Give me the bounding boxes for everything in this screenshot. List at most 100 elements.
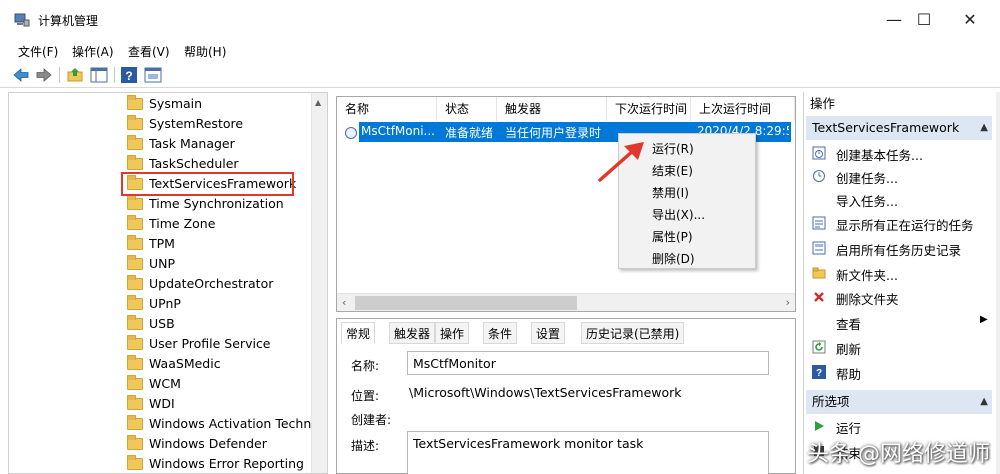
folder-icon [127,215,143,230]
action-create-task[interactable]: 创建任务... [812,165,992,187]
folder-icon [127,195,143,210]
folder-icon [127,155,143,170]
forward-arrow-icon[interactable] [35,66,53,84]
tree-scrollbar[interactable]: ▲ [311,93,327,473]
column-header-status[interactable]: 状态 [437,97,497,121]
horizontal-scrollbar[interactable]: ‹ › [337,293,795,311]
tree-item[interactable]: WaaSMedic [127,354,317,374]
tree-item[interactable]: Windows Defender [127,434,317,454]
menu-action[interactable]: 操作(A) [72,43,114,60]
context-menu-end[interactable]: 结束(E) [652,162,693,179]
tab-actions[interactable]: 操作 [435,322,470,344]
clock-icon [345,127,357,139]
menu-bar: 文件(F) 操作(A) 查看(V) 帮助(H) [0,40,1000,62]
name-field[interactable]: MsCtfMonitor [407,351,769,375]
actions-group-header[interactable]: TextServicesFramework ▲ [806,116,992,140]
action-run[interactable]: 运行 [812,415,992,437]
help-icon[interactable]: ? [120,66,138,84]
menu-file[interactable]: 文件(F) [18,43,58,60]
tab-settings[interactable]: 设置 [531,322,566,344]
run-icon [815,421,824,431]
folder-icon [127,415,143,430]
collapse-arrow-icon[interactable]: ▲ [980,390,988,414]
column-header-trigger[interactable]: 触发器 [497,97,607,121]
tree-item[interactable]: Sysmain [127,94,317,114]
actions-scrollbar[interactable] [996,92,1000,474]
folder-icon [127,135,143,150]
show-pane-icon[interactable] [90,66,108,84]
folder-icon [127,435,143,450]
tab-conditions[interactable]: 条件 [483,322,518,344]
tree-item[interactable]: Windows Activation Technol [127,414,317,434]
action-enable-history[interactable]: 启用所有任务历史记录 [812,237,992,259]
refresh-icon [812,340,826,354]
column-header-name[interactable]: 名称 [337,97,437,121]
tree-item[interactable]: WDI [127,394,317,414]
folder-icon [127,355,143,370]
help-icon: ? [812,365,826,379]
create-basic-task-icon [812,146,826,160]
tree-item[interactable]: UNP [127,254,317,274]
context-menu-disable[interactable]: 禁用(I) [652,184,689,201]
tab-history[interactable]: 历史记录(已禁用) [581,322,685,344]
context-menu-properties[interactable]: 属性(P) [652,228,693,245]
name-label: 名称: [351,359,380,373]
column-header-last-run[interactable]: 上次运行时间 [691,97,795,121]
window-title: 计算机管理 [38,14,99,28]
scroll-right-arrow-icon[interactable]: › [786,296,790,309]
folder-icon [127,295,143,310]
tree-item[interactable]: Task Manager [127,134,317,154]
scroll-up-arrow-icon[interactable]: ▲ [315,98,321,107]
menu-view[interactable]: 查看(V) [128,43,170,60]
action-show-running-tasks[interactable]: 显示所有正在运行的任务 [812,212,992,234]
tree-item[interactable]: TaskScheduler [127,154,317,174]
action-refresh[interactable]: 刷新 [812,336,992,358]
action-import-task[interactable]: 导入任务... [812,188,992,210]
tree-item[interactable]: User Profile Service [127,334,317,354]
tree-item[interactable]: USB [127,314,317,334]
task-status-cell: 准备就绪 [445,126,494,140]
tree-item[interactable]: SystemRestore [127,114,317,134]
action-delete-folder[interactable]: 删除文件夹 [812,286,992,308]
tree-item[interactable]: WCM [127,374,317,394]
folder-icon [127,335,143,350]
tab-general[interactable]: 常规 [341,322,376,344]
context-menu-export[interactable]: 导出(X)... [652,206,705,223]
back-arrow-icon[interactable] [12,66,30,84]
tree-item[interactable]: UPnP [127,294,317,314]
description-field[interactable]: TextServicesFramework monitor task [407,431,769,474]
close-button[interactable]: ✕ [956,8,984,32]
action-new-folder[interactable]: 新文件夹... [812,262,992,284]
svg-text:?: ? [125,69,132,83]
scroll-left-arrow-icon[interactable]: ‹ [342,296,346,309]
submenu-arrow-icon: ▶ [980,314,988,325]
tree-item[interactable]: UpdateOrchestrator [127,274,317,294]
new-folder-icon [812,267,826,279]
minimize-button[interactable]: — [880,8,908,32]
menu-help[interactable]: 帮助(H) [184,43,226,60]
tree-item[interactable]: TPM [127,234,317,254]
watermark: 头条 @网络修道师 [807,442,990,467]
folder-icon [127,115,143,130]
location-label: 位置: [351,389,380,403]
selected-item-group-header[interactable]: 所选项 ▲ [806,390,992,414]
tree-item[interactable]: Time Zone [127,214,317,234]
scroll-thumb[interactable] [355,296,577,310]
action-view[interactable]: 查看 ▶ [812,311,992,333]
up-folder-icon[interactable] [66,66,84,84]
properties-icon[interactable] [144,66,162,84]
maximize-button[interactable]: ☐ [910,8,938,32]
column-header-next-run[interactable]: 下次运行时间 [607,97,691,121]
collapse-arrow-icon[interactable]: ▲ [980,116,988,140]
running-tasks-icon [812,216,826,230]
context-menu-delete[interactable]: 删除(D) [652,250,695,267]
tab-triggers[interactable]: 触发器 [389,322,436,344]
folder-icon [127,275,143,290]
action-create-basic-task[interactable]: 创建基本任务... [812,142,992,164]
folder-icon [127,315,143,330]
action-help[interactable]: ? 帮助 [812,361,992,383]
tree-item[interactable]: Time Synchronization [127,194,317,214]
tree-item[interactable]: Windows Error Reporting [127,454,317,473]
folder-icon [127,375,143,390]
context-menu-run[interactable]: 运行(R) [652,140,694,157]
